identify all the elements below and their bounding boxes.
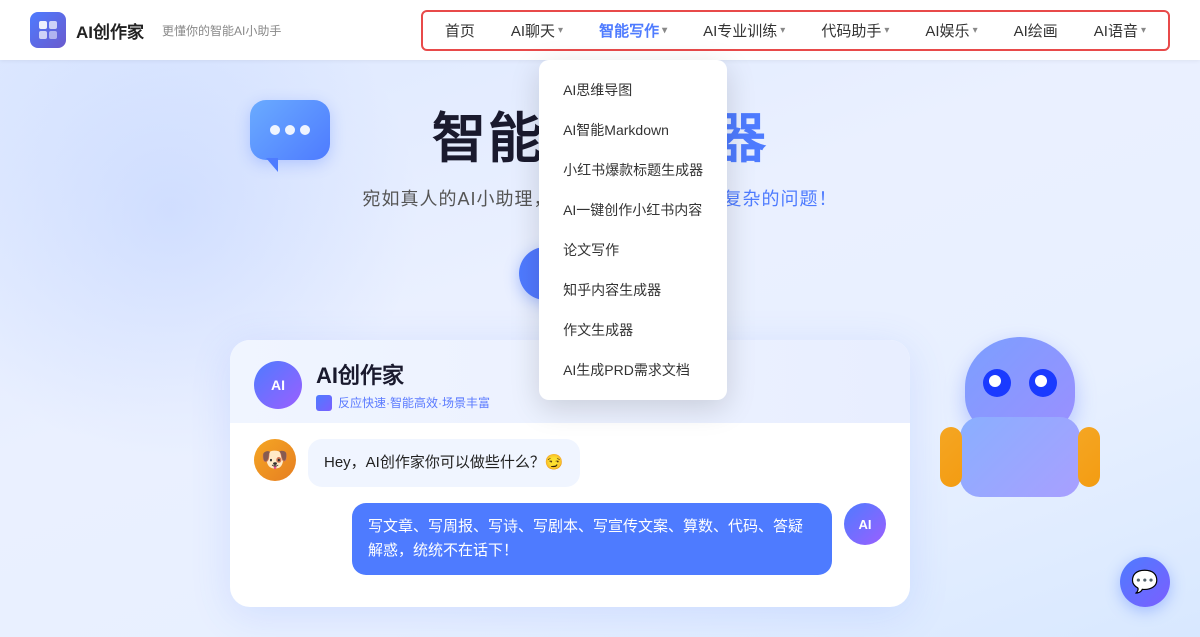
chevron-down-icon: ▾	[558, 25, 563, 36]
menu-item-composition[interactable]: 作文生成器	[539, 310, 727, 350]
hero-subtitle-part1: 宛如真人的AI小助理，	[362, 189, 552, 209]
header: AI创作家 更懂你的智能AI小助手 首页 AI聊天 ▾ 智能写作 ▾ AI思维导…	[0, 0, 1200, 60]
smart-writing-dropdown[interactable]: 智能写作 ▾ AI思维导图 AI智能Markdown 小红书爆款标题生成器 AI…	[581, 14, 685, 47]
nav-ai-entertainment[interactable]: AI娱乐 ▾	[907, 14, 995, 47]
nav-smart-writing[interactable]: 智能写作 ▾	[581, 14, 685, 47]
chat-messages: 🐶 Hey，AI创作家你可以做些什么？😏 AI 写文章、写周报、写诗、写剧本、写…	[230, 423, 910, 607]
robot-body	[940, 337, 1100, 497]
menu-item-xiaohongshu[interactable]: AI一键创作小红书内容	[539, 190, 727, 230]
robot-eye-inner-left	[989, 375, 1001, 387]
robot-eye-right	[1029, 369, 1057, 397]
nav-code-helper[interactable]: 代码助手 ▾	[803, 14, 907, 47]
menu-item-essay[interactable]: 论文写作	[539, 230, 727, 270]
bot-info: AI创作家 反应快速·智能高效·场景丰富	[316, 358, 490, 411]
assist-icon: 💬	[1131, 569, 1158, 595]
menu-item-markdown[interactable]: AI智能Markdown	[539, 110, 727, 150]
bot-avatar: AI	[844, 503, 886, 545]
nav-ai-painting[interactable]: AI绘画	[996, 14, 1076, 47]
robot-eye-inner-right	[1035, 375, 1047, 387]
bot-avatar-placeholder: AI	[254, 361, 302, 409]
chevron-down-icon: ▾	[973, 25, 978, 36]
robot-eye-left	[983, 369, 1011, 397]
chevron-down-icon: ▾	[884, 25, 889, 36]
chevron-down-icon: ▾	[662, 25, 667, 36]
user-avatar: 🐶	[254, 439, 296, 481]
chevron-down-icon: ▾	[780, 25, 785, 36]
nav-ai-training[interactable]: AI专业训练 ▾	[685, 14, 803, 47]
menu-item-mind-map[interactable]: AI思维导图	[539, 70, 727, 110]
main-nav: 首页 AI聊天 ▾ 智能写作 ▾ AI思维导图 AI智能Markdown 小红书…	[421, 10, 1170, 51]
logo-icon	[30, 12, 66, 48]
floating-assist-button[interactable]: 💬	[1120, 557, 1170, 607]
user-bubble: Hey，AI创作家你可以做些什么？😏	[308, 439, 580, 487]
logo-name: AI创作家	[76, 18, 144, 43]
robot-arm-right	[1078, 427, 1100, 487]
nav-ai-voice[interactable]: AI语音 ▾	[1076, 14, 1164, 47]
badge-icon	[316, 395, 332, 411]
menu-item-zhihu[interactable]: 知乎内容生成器	[539, 270, 727, 310]
chevron-down-icon: ▾	[1141, 25, 1146, 36]
logo-area: AI创作家 更懂你的智能AI小助手	[30, 12, 281, 48]
smart-writing-menu: AI思维导图 AI智能Markdown 小红书爆款标题生成器 AI一键创作小红书…	[539, 60, 727, 400]
hero-title-part1: 智能	[432, 109, 544, 169]
robot-arm-left	[940, 427, 962, 487]
nav-home[interactable]: 首页	[427, 14, 493, 47]
chat-message-bot: AI 写文章、写周报、写诗、写剧本、写宣传文案、算数、代码、答疑解惑，统统不在话…	[254, 503, 886, 575]
nav-ai-chat[interactable]: AI聊天 ▾	[493, 14, 581, 47]
menu-item-prd[interactable]: AI生成PRD需求文档	[539, 350, 727, 390]
bot-badges: 反应快速·智能高效·场景丰富	[316, 394, 490, 411]
chat-message-user: 🐶 Hey，AI创作家你可以做些什么？😏	[254, 439, 886, 487]
bot-name: AI创作家	[316, 358, 490, 390]
bot-bubble: 写文章、写周报、写诗、写剧本、写宣传文案、算数、代码、答疑解惑，统统不在话下！	[352, 503, 832, 575]
menu-item-title-gen[interactable]: 小红书爆款标题生成器	[539, 150, 727, 190]
robot-figure	[920, 337, 1120, 557]
robot-torso	[960, 417, 1080, 497]
logo-tagline: 更懂你的智能AI小助手	[162, 22, 281, 39]
bot-desc: 反应快速·智能高效·场景丰富	[338, 394, 490, 411]
